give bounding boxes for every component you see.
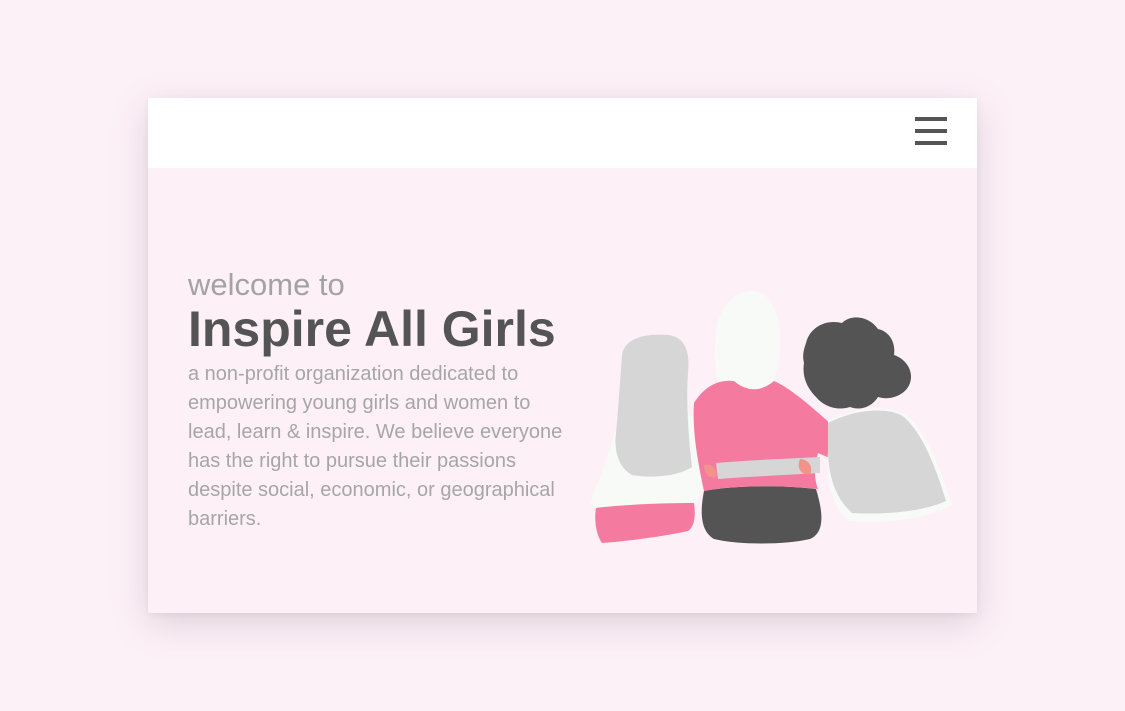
left-girl-hair (615, 334, 692, 477)
hamburger-menu-icon[interactable] (915, 117, 947, 147)
right-girl-hair (803, 317, 912, 409)
welcome-text: welcome to (188, 267, 345, 302)
left-girl-figure (590, 334, 711, 543)
left-girl-skirt (595, 503, 695, 543)
menu-line (915, 117, 947, 121)
three-girls-illustration (590, 290, 952, 544)
menu-line (915, 129, 947, 133)
middle-girl-pants (701, 486, 822, 544)
organization-description: a non-profit organization dedicated to e… (188, 363, 563, 530)
right-girl-top (828, 410, 946, 514)
hero-text-block: welcome to Inspire All Girls a non-profi… (188, 268, 588, 534)
page-title: Inspire All Girls (188, 301, 556, 357)
menu-line (915, 141, 947, 145)
middle-girl-hair (714, 290, 781, 396)
hero-card: welcome to Inspire All Girls a non-profi… (148, 98, 977, 613)
top-navigation-bar (148, 98, 977, 168)
